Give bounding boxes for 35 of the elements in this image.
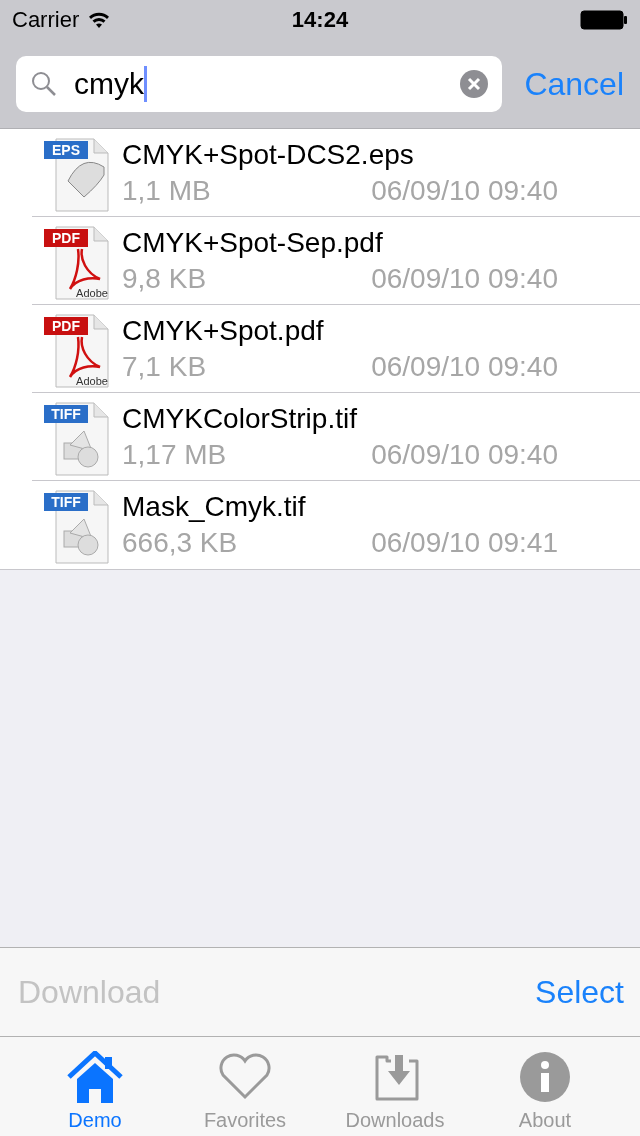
carrier-name: Carrier [12, 7, 80, 33]
file-date: 06/09/10 09:41 [371, 526, 558, 560]
info-icon [517, 1051, 573, 1103]
file-name: CMYK+Spot-Sep.pdf [122, 225, 384, 260]
file-row[interactable]: TIFF CMYKColorStrip.tif 1,17 MB 06/09/10 09:40 [32, 393, 640, 481]
select-button[interactable]: Select [535, 973, 624, 1011]
file-row[interactable]: TIFF Mask_Cmyk.tif 666,3 KB 06/09/10 09:41 [32, 481, 640, 569]
house-icon [67, 1051, 123, 1103]
tab[interactable]: Demo [25, 1037, 165, 1136]
file-date: 06/09/10 09:40 [371, 173, 558, 208]
file-row[interactable]: EPS CMYK+Spot-DCS2.eps 1,1 MB 06/09/10 09:40 [32, 129, 640, 217]
file-size: 1,17 MB [122, 437, 227, 472]
tab[interactable]: Favorites [175, 1037, 315, 1136]
file-date: 06/09/10 09:40 [371, 261, 558, 296]
file-name: CMYKColorStrip.tif [122, 401, 358, 436]
file-date: 06/09/10 09:40 [371, 349, 558, 384]
file-size: 666,3 KB [122, 526, 238, 560]
tab[interactable]: About [475, 1037, 615, 1136]
file-name: CMYK+Spot.pdf [122, 313, 325, 348]
cancel-button[interactable]: Cancel [524, 65, 624, 103]
search-icon [30, 70, 58, 98]
file-row[interactable]: PDF Adobe CMYK+Spot.pdf 7,1 KB 06/09/10 09:40 [32, 305, 640, 393]
tab[interactable]: Downloads [325, 1037, 465, 1136]
battery-icon [580, 10, 628, 30]
file-row[interactable]: PDF Adobe CMYK+Spot-Sep.pdf 9,8 KB 06/09/10 09:40 [32, 217, 640, 305]
file-name: Mask_Cmyk.tif [122, 490, 307, 524]
search-field[interactable]: cmyk [16, 56, 503, 112]
clock-time: 14:24 [291, 7, 349, 33]
file-size: 7,1 KB [122, 349, 207, 384]
wifi-icon [87, 11, 112, 29]
clear-icon[interactable] [460, 70, 489, 98]
file-size: 9,8 KB [122, 261, 207, 296]
file-date: 06/09/10 09:40 [371, 437, 558, 472]
file-name: CMYK+Spot-DCS2.eps [122, 137, 415, 172]
file-size: 1,1 MB [122, 173, 211, 208]
